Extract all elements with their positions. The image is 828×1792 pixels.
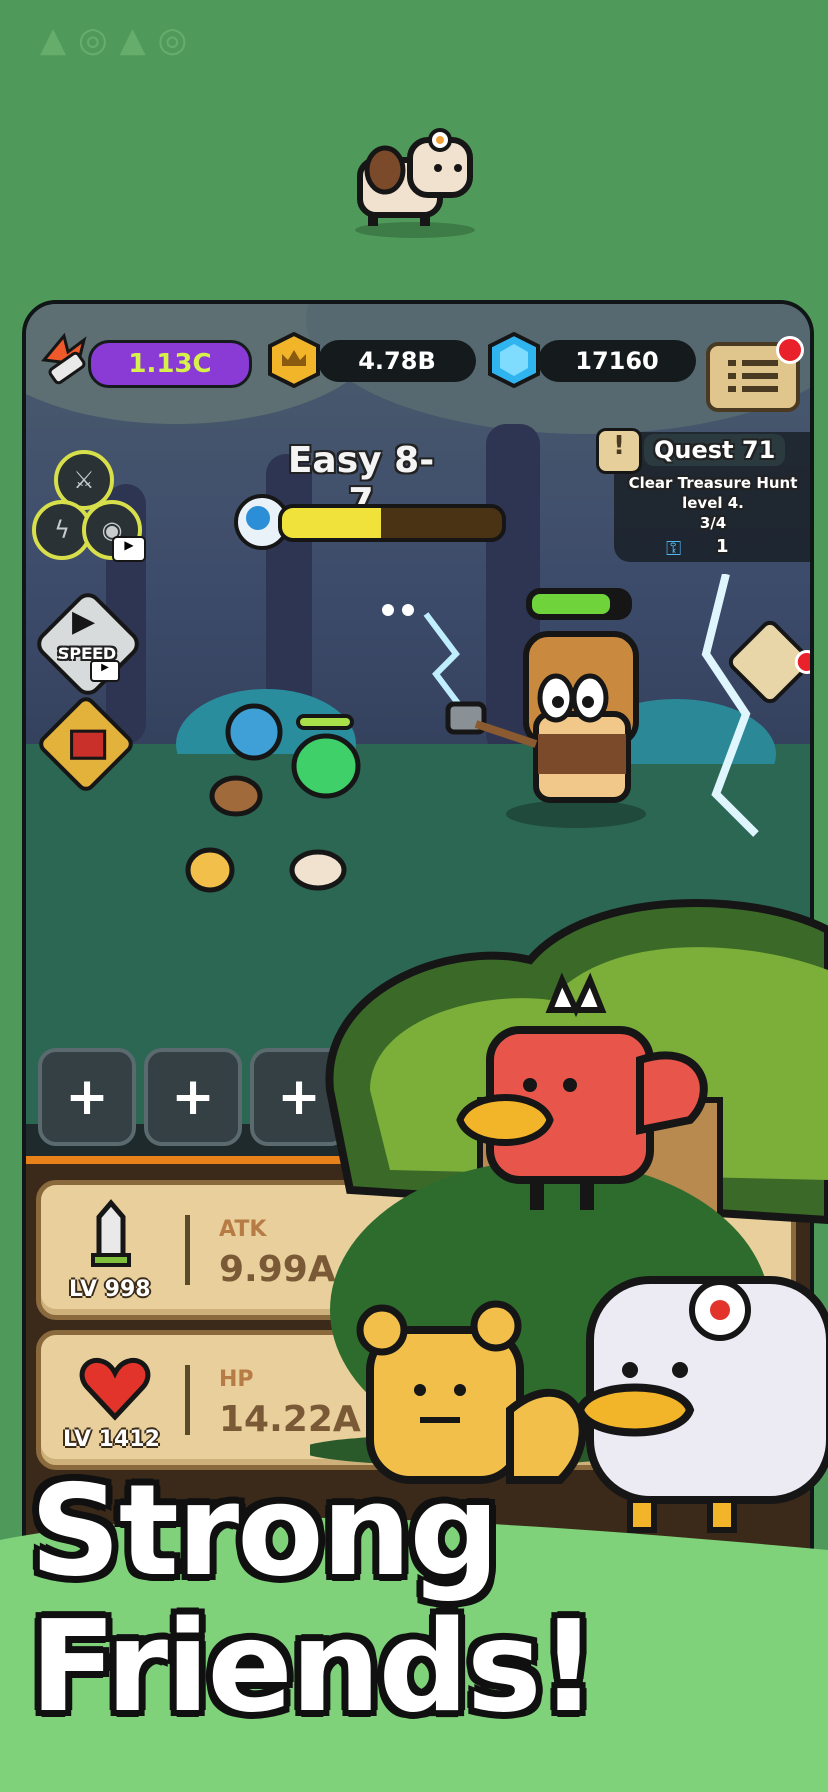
quest-panel[interactable]: ! Quest 71 Clear Treasure Hunt level 4. … xyxy=(596,428,810,562)
lightning-skill-icon: ϟ xyxy=(54,516,70,544)
quest-description-2: level 4. xyxy=(682,494,744,512)
gem-value: 17160 xyxy=(575,347,659,375)
gold-crown-coin-icon xyxy=(266,332,322,388)
atk-label: ATK xyxy=(219,1217,267,1242)
treasure-chest-icon xyxy=(70,729,107,760)
heart-icon xyxy=(79,1357,151,1421)
gold-counter: 4.78B xyxy=(318,340,476,382)
quest-progress: 3/4 xyxy=(699,514,727,532)
speed-ad-icon: ▶ xyxy=(90,660,120,682)
power-bar: 1.13C xyxy=(88,340,252,388)
dog-mascot-image xyxy=(355,128,475,238)
stage-progress-bar xyxy=(278,504,506,542)
quest-reward-count: 1 xyxy=(716,536,729,557)
speed-play-icon: ▶ xyxy=(72,604,96,639)
blue-gem-icon xyxy=(486,332,542,388)
promo-title-line2: Friends! xyxy=(30,1593,597,1740)
sword-skill-icon: ⚔ xyxy=(73,466,95,494)
notification-dot xyxy=(776,336,804,364)
gem-counter: 17160 xyxy=(538,340,696,382)
hp-divider xyxy=(185,1365,190,1435)
atk-level: LV 998 xyxy=(69,1277,151,1302)
friend-slot-1[interactable]: + xyxy=(38,1048,136,1146)
quest-title: Quest 71 xyxy=(644,434,786,466)
video-ad-icon: ▶ xyxy=(112,536,146,562)
quest-reward-key-icon: ⚿ xyxy=(666,536,682,560)
add-slot-1-icon: + xyxy=(65,1067,109,1127)
quest-description-1: Clear Treasure Hunt xyxy=(628,474,798,492)
menu-button[interactable] xyxy=(706,336,804,412)
power-value: 1.13C xyxy=(128,349,212,379)
promo-title-line1: Strong xyxy=(30,1457,500,1604)
sword-fire-icon xyxy=(34,330,96,392)
quest-scroll-icon: ! xyxy=(596,428,642,474)
atk-divider xyxy=(185,1215,190,1285)
hp-label: HP xyxy=(219,1367,254,1392)
gold-value: 4.78B xyxy=(358,347,436,375)
friend-slot-2[interactable]: + xyxy=(144,1048,242,1146)
sword-icon xyxy=(91,1199,131,1267)
add-slot-2-icon: + xyxy=(171,1067,215,1127)
hp-level: LV 1412 xyxy=(63,1427,160,1452)
stage-progress-fill xyxy=(282,508,381,538)
